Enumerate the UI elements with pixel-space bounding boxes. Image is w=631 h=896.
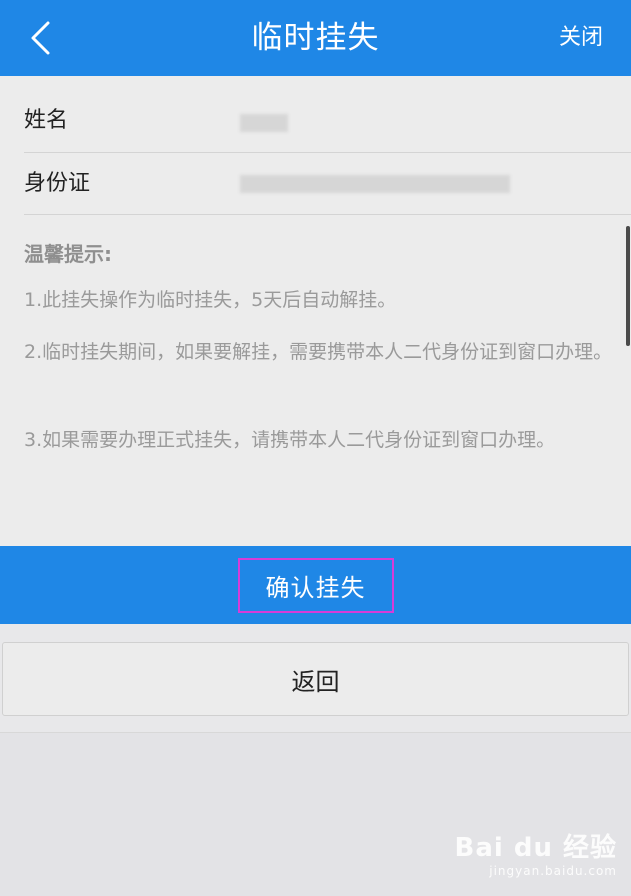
baidu-jingyan-watermark: Bai du 经验 jingyan.baidu.com [455,827,618,878]
return-button[interactable]: 返回 [2,642,629,716]
id-row: 身份证 [0,153,631,215]
nav-bar: 临时挂失 关闭 [0,0,631,76]
close-button[interactable]: 关闭 [559,0,603,76]
form-content: 姓名 身份证 温馨提示: 1.此挂失操作为临时挂失，5天后自动解挂。 2.临时挂… [0,76,631,546]
tip-item: 2.临时挂失期间，如果要解挂，需要携带本人二代身份证到窗口办理。 [24,341,613,363]
name-label: 姓名 [24,108,69,133]
page-title: 临时挂失 [251,20,380,56]
scrollbar[interactable] [626,226,630,346]
name-row: 姓名 [0,90,631,152]
watermark-logo: Bai du 经验 [454,833,617,863]
tip-item: 1.此挂失操作为临时挂失，5天后自动解挂。 [24,289,397,311]
watermark-url: jingyan.baidu.com [489,864,617,878]
confirm-report-loss-button[interactable]: 确认挂失 [0,546,631,624]
id-label: 身份证 [24,171,91,196]
tip-item: 3.如果需要办理正式挂失，请携带本人二代身份证到窗口办理。 [24,429,556,451]
tips-title: 温馨提示: [24,242,112,266]
confirm-button-label: 确认挂失 [237,557,394,613]
divider [24,214,631,215]
